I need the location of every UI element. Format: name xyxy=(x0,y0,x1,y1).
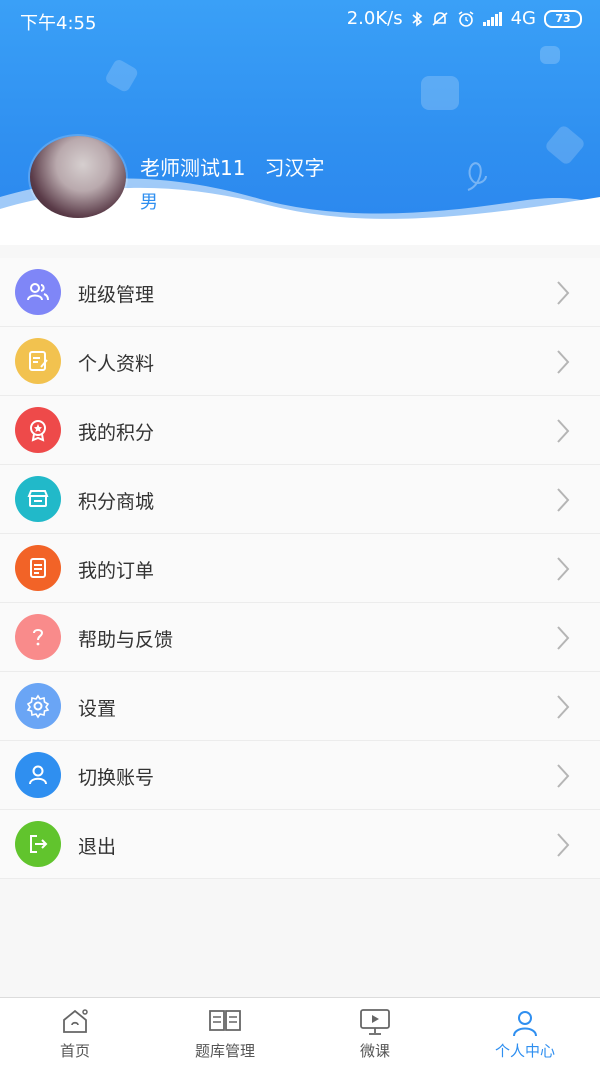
menu-item-personal-info[interactable]: 个人资料 xyxy=(0,327,600,396)
menu-item-points-store[interactable]: 积分商城 xyxy=(0,465,600,534)
gear-icon xyxy=(15,683,61,729)
mute-bell-icon xyxy=(432,11,448,26)
bottom-tab-bar: 首页 题库管理 微课 个人中心 xyxy=(0,997,600,1068)
menu-item-settings[interactable]: 设置 xyxy=(0,672,600,741)
menu-item-my-orders[interactable]: 我的订单 xyxy=(0,534,600,603)
profile-edit-icon xyxy=(15,338,61,384)
tab-personal-center[interactable]: 个人中心 xyxy=(450,998,600,1068)
tab-home[interactable]: 首页 xyxy=(0,998,150,1068)
user-name-line: 老师测试11 习汉字 xyxy=(140,152,440,181)
menu-label: 班级管理 xyxy=(78,284,155,306)
bluetooth-icon xyxy=(412,10,422,27)
tab-label: 题库管理 xyxy=(194,1042,255,1060)
settings-menu: 班级管理 个人资料 我的积分 积分商城 我的订单 帮助与反馈 设置 切换账号 退… xyxy=(0,258,600,879)
menu-label: 我的订单 xyxy=(78,560,155,582)
menu-label: 退出 xyxy=(78,836,117,858)
signal-icon xyxy=(482,11,502,26)
battery-indicator: 73 xyxy=(544,9,582,28)
help-icon xyxy=(15,614,61,660)
menu-label: 个人资料 xyxy=(78,353,155,375)
status-time: 下午4:55 xyxy=(20,13,97,34)
menu-label: 积分商城 xyxy=(78,491,155,513)
network-type: 4G xyxy=(510,8,536,29)
menu-item-class-management[interactable]: 班级管理 xyxy=(0,258,600,327)
user-gender: 男 xyxy=(140,192,158,213)
tab-question-bank[interactable]: 题库管理 xyxy=(150,998,300,1068)
decor-small-square xyxy=(540,46,560,64)
logout-icon xyxy=(15,821,61,867)
switch-account-icon xyxy=(15,752,61,798)
alarm-icon xyxy=(458,10,474,27)
status-icons: 2.0K/s 4G 73 xyxy=(347,8,582,29)
profile-header: 下午4:55 2.0K/s 4G 73 老师测试11 习汉字 男 xyxy=(0,0,600,245)
chevron-right-icon xyxy=(557,281,570,305)
chevron-right-icon xyxy=(557,695,570,719)
user-nickname: 习汉字 xyxy=(264,156,325,180)
menu-item-help-feedback[interactable]: 帮助与反馈 xyxy=(0,603,600,672)
chevron-right-icon xyxy=(557,764,570,788)
chevron-right-icon xyxy=(557,488,570,512)
chevron-right-icon xyxy=(557,350,570,374)
medal-icon xyxy=(15,407,61,453)
status-bar: 下午4:55 2.0K/s 4G 73 xyxy=(0,0,600,40)
tab-label: 首页 xyxy=(59,1042,90,1060)
chevron-right-icon xyxy=(557,557,570,581)
chevron-right-icon xyxy=(557,419,570,443)
network-speed: 2.0K/s xyxy=(346,8,403,29)
menu-label: 设置 xyxy=(78,698,117,720)
class-users-icon xyxy=(15,269,61,315)
tab-label: 微课 xyxy=(359,1042,390,1060)
book-icon xyxy=(209,1010,241,1031)
person-icon xyxy=(513,1011,537,1037)
decor-diamond-right xyxy=(546,126,584,164)
tab-micro-course[interactable]: 微课 xyxy=(300,998,450,1068)
decor-square xyxy=(421,76,459,110)
order-icon xyxy=(15,545,61,591)
menu-item-switch-account[interactable]: 切换账号 xyxy=(0,741,600,810)
menu-item-logout[interactable]: 退出 xyxy=(0,810,600,879)
menu-item-my-points[interactable]: 我的积分 xyxy=(0,396,600,465)
video-icon xyxy=(360,1009,390,1035)
chevron-right-icon xyxy=(557,626,570,650)
menu-label: 切换账号 xyxy=(78,767,155,789)
chevron-right-icon xyxy=(557,833,570,857)
menu-label: 我的积分 xyxy=(78,422,155,444)
menu-label: 帮助与反馈 xyxy=(78,629,174,651)
user-name: 老师测试11 xyxy=(140,156,246,180)
home-icon xyxy=(63,1009,88,1033)
store-icon xyxy=(15,476,61,522)
avatar[interactable] xyxy=(30,136,126,218)
decor-diamond xyxy=(106,60,138,92)
tab-label: 个人中心 xyxy=(494,1042,555,1060)
